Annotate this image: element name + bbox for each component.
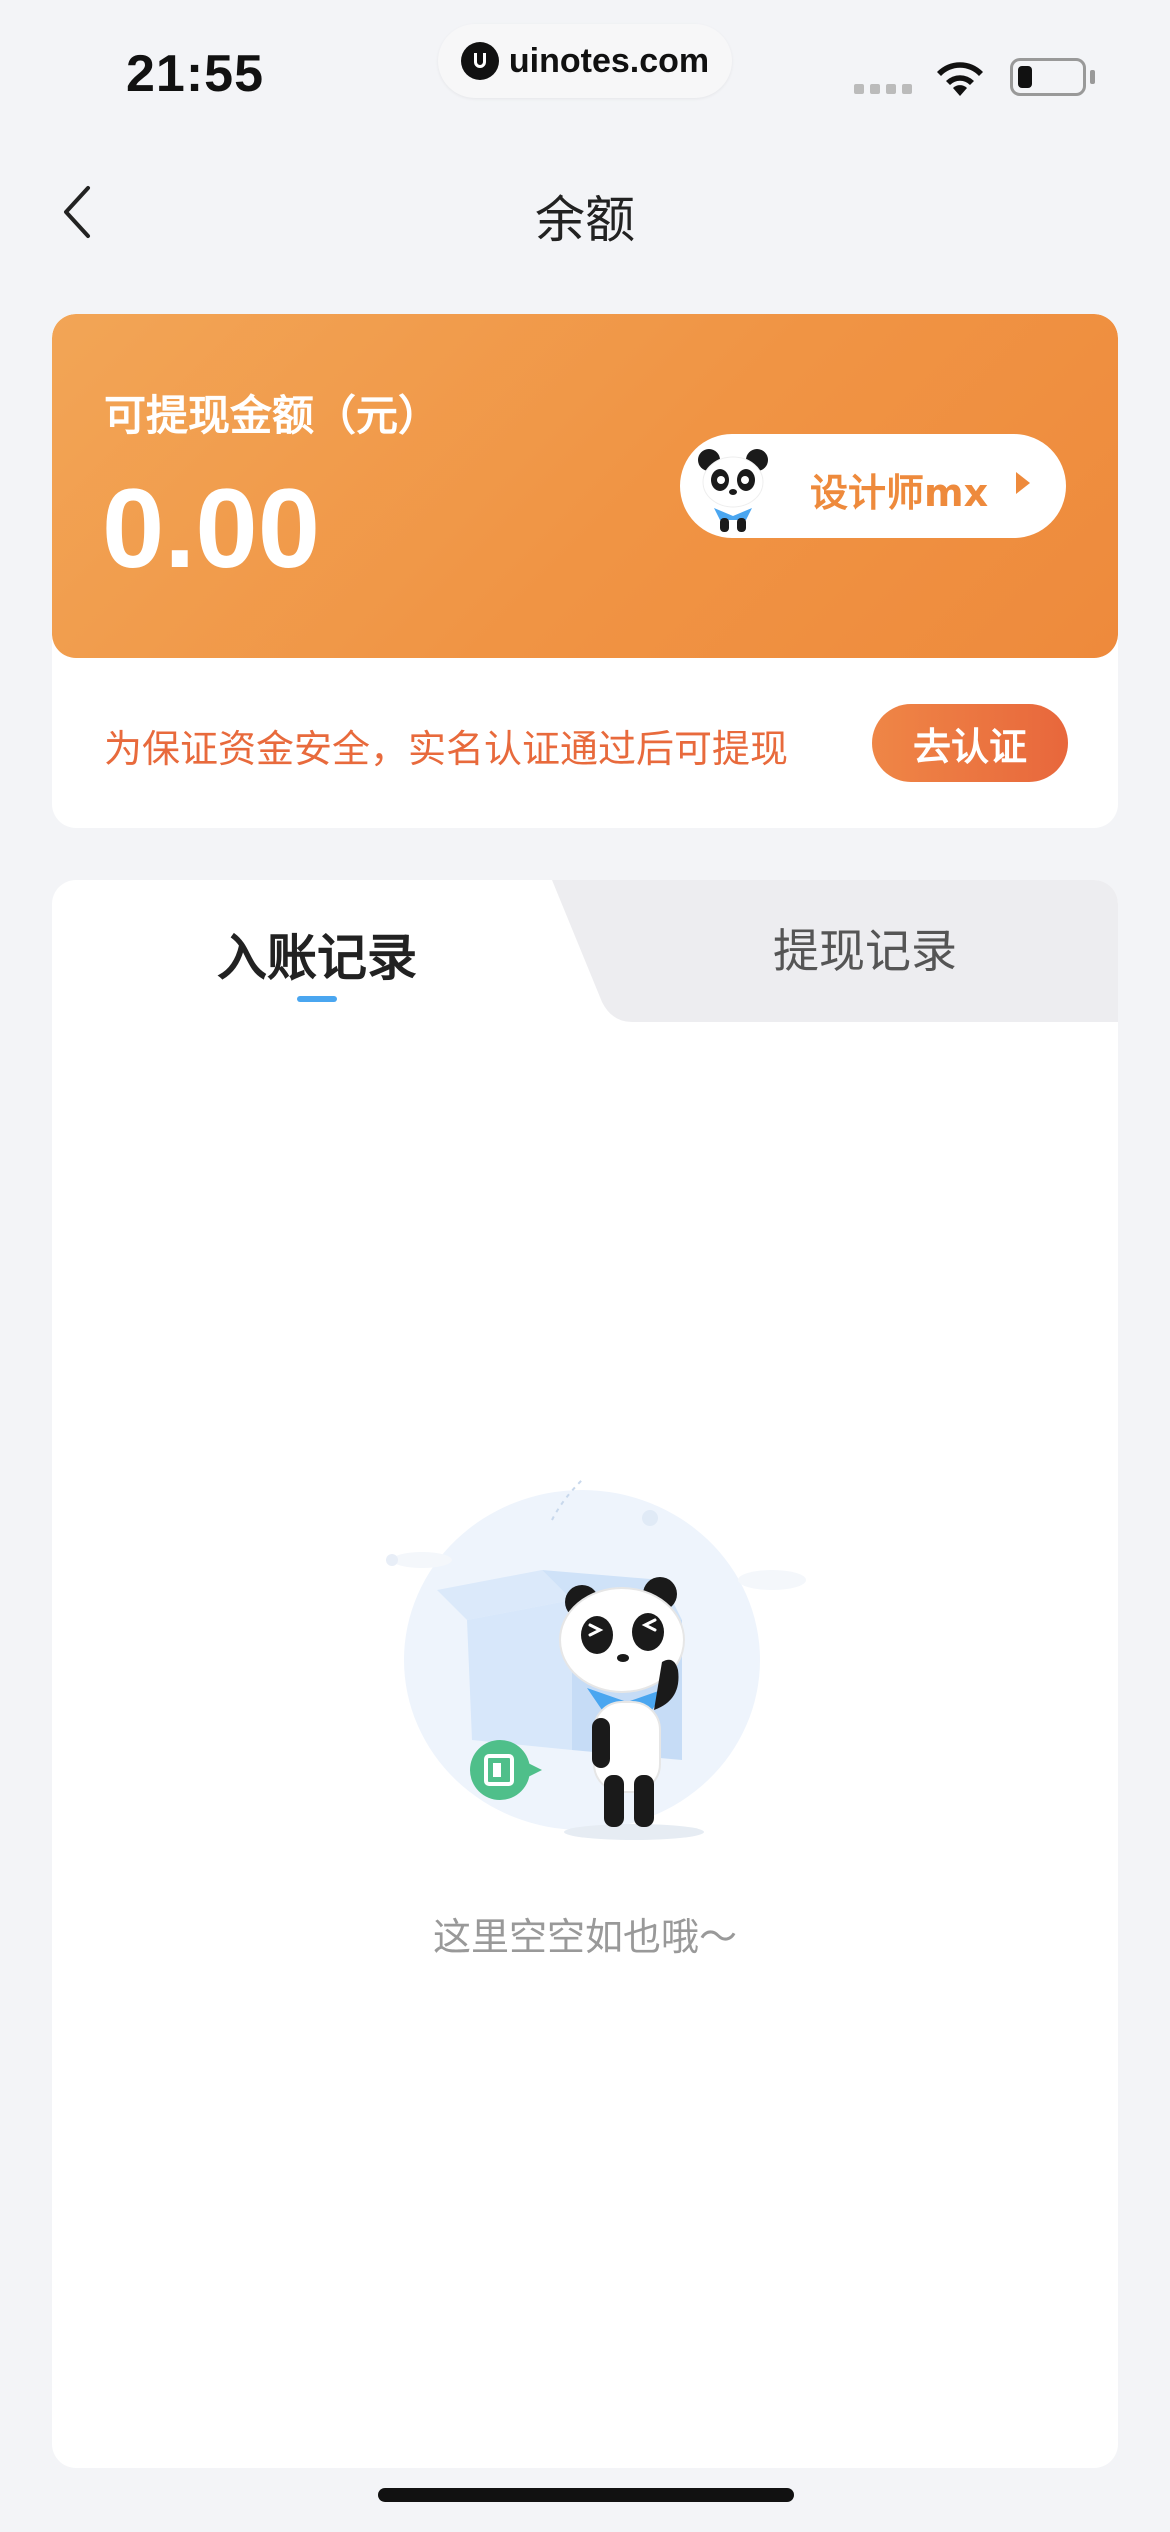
url-text: uinotes.com <box>508 41 710 80</box>
balance-amount: 0.00 <box>102 466 320 591</box>
verify-button[interactable]: 去认证 <box>872 704 1068 782</box>
status-time: 21:55 <box>126 45 264 103</box>
page-title: 余额 <box>535 191 635 249</box>
user-name: 设计师mx <box>810 471 989 515</box>
balance-header: 可提现金额（元） 0.00 设计师mx <box>52 314 1118 658</box>
caret-right-icon <box>1016 472 1030 494</box>
tab-income-records[interactable]: 入账记录 <box>52 880 582 1022</box>
battery-cap <box>1090 70 1095 84</box>
url-pill[interactable]: uinotes.com <box>438 24 732 98</box>
wifi-icon <box>937 62 983 96</box>
cellular-signal-icon <box>854 84 912 94</box>
verify-notice: 为保证资金安全，实名认证通过后可提现 <box>104 727 789 771</box>
nav-bar: 余额 <box>0 160 1170 265</box>
avatar <box>684 436 782 534</box>
tab-income-label: 入账记录 <box>217 929 417 987</box>
balance-label: 可提现金额（元） <box>104 391 441 440</box>
empty-panda-illustration <box>386 1479 806 1840</box>
tab-active-indicator <box>297 996 337 1002</box>
records-card: 入账记录 提现记录 这里空空如也哦～ <box>52 880 1118 2468</box>
status-bar: 21:55 uinotes.com <box>0 0 1170 130</box>
panda-avatar-icon <box>684 436 782 534</box>
empty-state-text: 这里空空如也哦～ <box>432 1915 737 1959</box>
home-indicator[interactable] <box>378 2488 794 2502</box>
tab-withdraw-records[interactable]: 提现记录 <box>612 880 1118 1022</box>
site-logo-icon <box>460 42 499 80</box>
battery-icon <box>1010 58 1086 96</box>
tab-withdraw-label: 提现记录 <box>773 924 957 978</box>
user-profile-button[interactable]: 设计师mx <box>680 434 1066 538</box>
balance-card: 可提现金额（元） 0.00 设计师mx 为保证资金安全，实名认证通过后可提现 去… <box>52 314 1118 828</box>
